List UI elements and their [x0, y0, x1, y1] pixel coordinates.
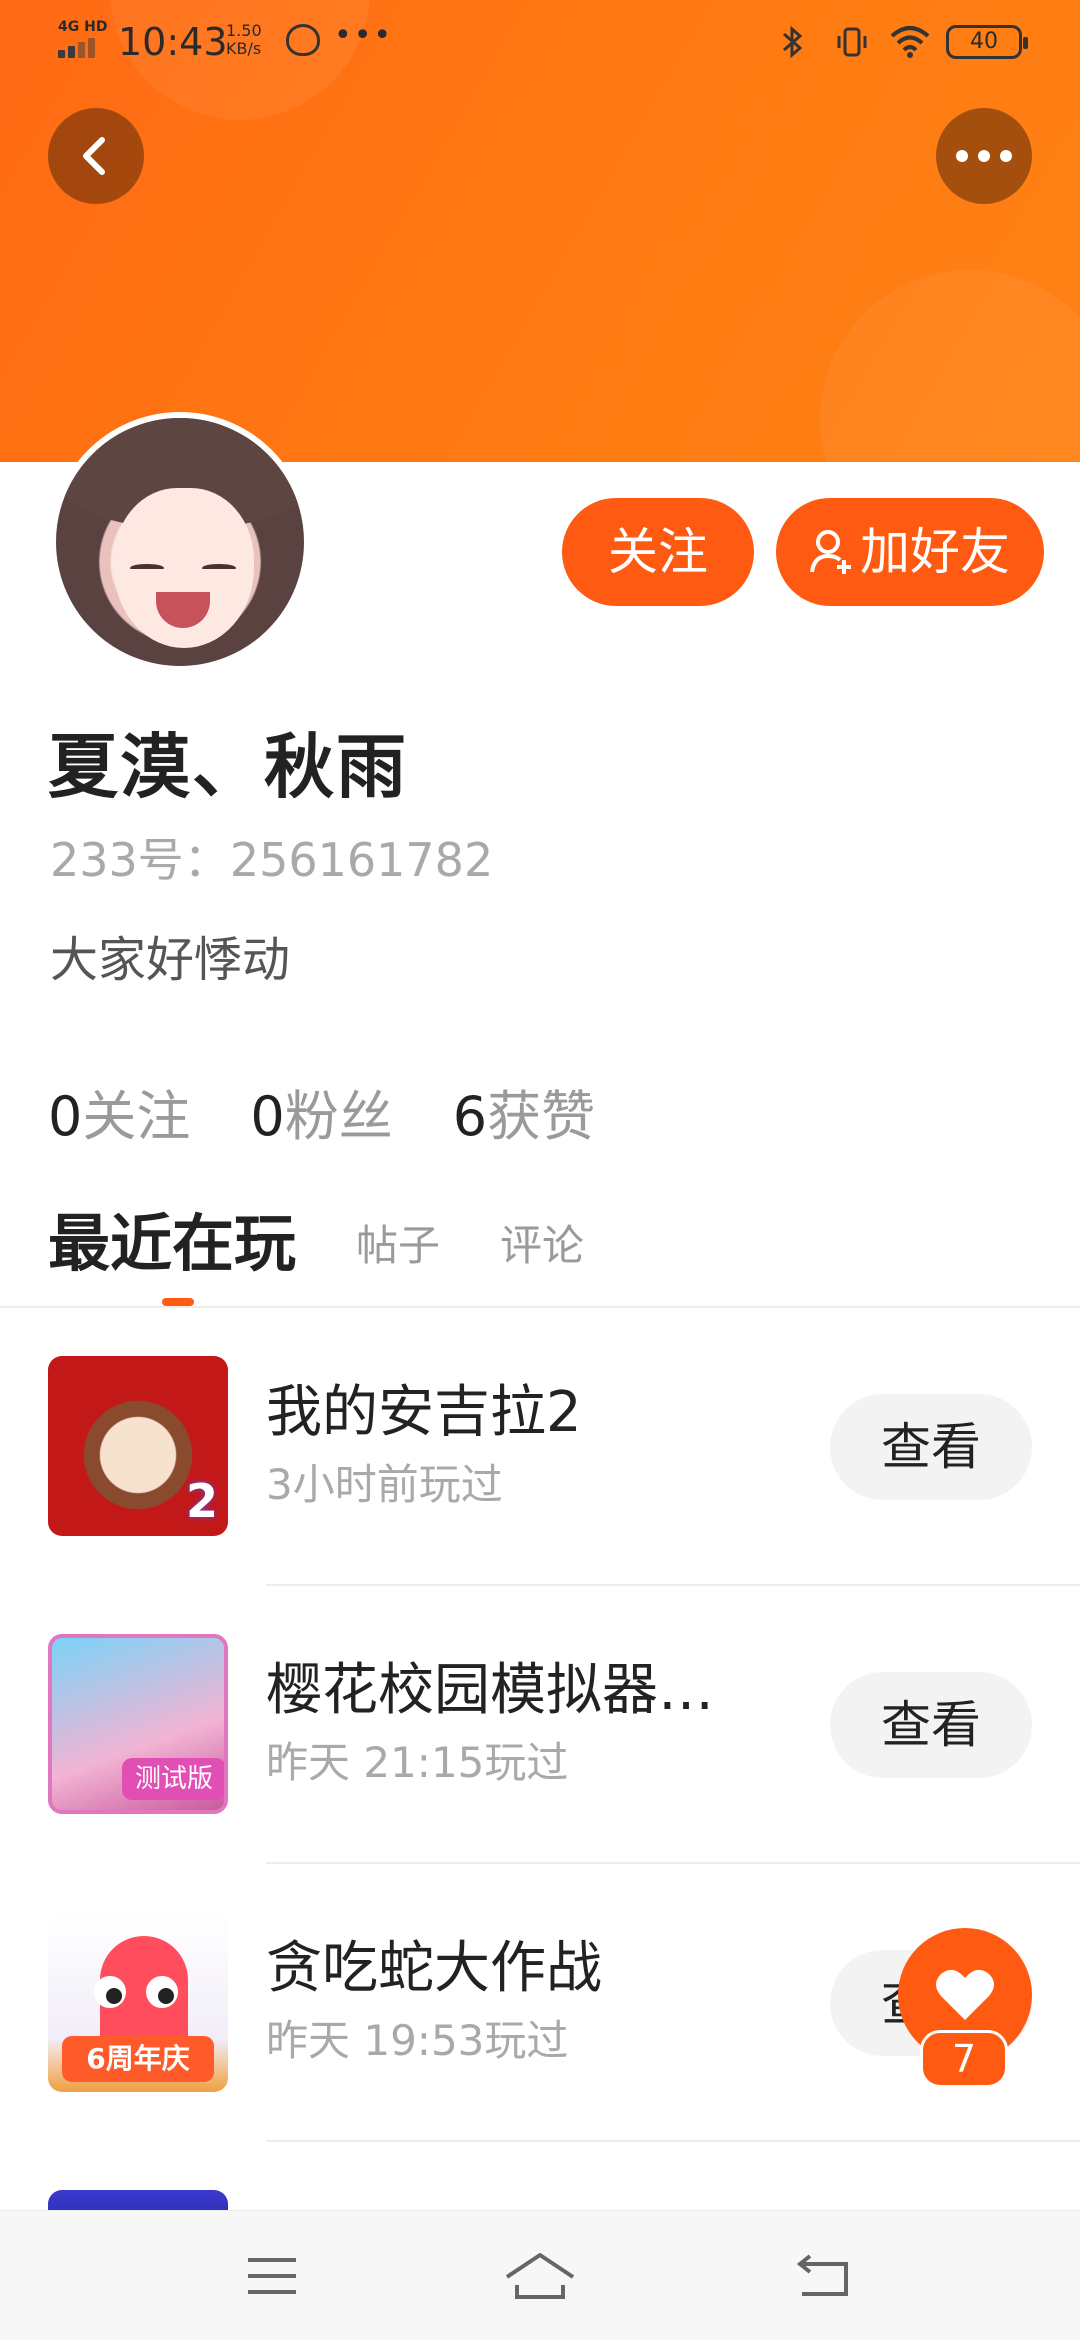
speed-value: 1.50	[226, 21, 262, 40]
game-played-time: 昨天 21:15玩过	[266, 1738, 569, 1787]
back-icon	[83, 137, 105, 175]
add-friend-label: 加好友	[860, 523, 1010, 581]
vibrate-icon	[834, 24, 867, 60]
game-title: 贪吃蛇大作战	[266, 1936, 602, 2001]
home-icon	[505, 2253, 575, 2299]
stat-following[interactable]: 0关注	[48, 1084, 190, 1150]
game-icon: 2	[48, 1356, 228, 1536]
snake-eye	[94, 1976, 126, 2008]
heart-icon	[936, 1969, 994, 2020]
tab-posts[interactable]: 帖子	[356, 1214, 440, 1284]
network-speed: 1.50 KB/s	[226, 22, 262, 58]
view-button[interactable]: 查看	[830, 1394, 1032, 1500]
wifi-icon	[890, 24, 930, 60]
speed-unit: KB/s	[226, 39, 262, 58]
profile-stats: 0关注 0粉丝 6获赞	[48, 1084, 595, 1150]
more-notifications: •••	[334, 18, 394, 53]
stat-value: 0	[250, 1085, 285, 1148]
profile-tabs: 最近在玩 帖子 评论	[48, 1204, 584, 1284]
stat-value: 6	[452, 1085, 488, 1148]
like-count-badge: 7	[920, 2030, 1008, 2088]
avatar-eye	[130, 564, 164, 572]
profile-id-label: 233号：	[50, 833, 230, 887]
divider	[266, 2140, 1080, 2142]
system-nav-bar	[0, 2210, 1080, 2340]
stat-label: 获赞	[487, 1085, 596, 1148]
game-played-time: 昨天 19:53玩过	[266, 2016, 569, 2065]
profile-name: 夏漠、秋雨	[48, 726, 408, 808]
snake-eye	[146, 1976, 178, 2008]
banner-decoration	[820, 270, 1080, 462]
clock: 10:43	[118, 20, 228, 64]
return-icon	[796, 2254, 848, 2296]
game-icon-badge: 6周年庆	[62, 2036, 214, 2082]
view-button[interactable]: 查看	[830, 1672, 1032, 1778]
app-notification-icon	[286, 24, 320, 56]
avatar[interactable]	[50, 412, 310, 672]
bluetooth-icon	[778, 24, 808, 60]
profile-id-value: 256161782	[229, 833, 494, 887]
follow-button[interactable]: 关注	[562, 498, 754, 606]
avatar-face	[114, 488, 254, 648]
stat-value: 0	[48, 1085, 83, 1148]
profile-id: 233号：256161782	[50, 830, 493, 890]
avatar-eye	[202, 564, 236, 572]
tab-recently-played[interactable]: 最近在玩	[48, 1204, 296, 1284]
battery-indicator: 40	[946, 25, 1028, 59]
game-icon: 测试版	[48, 1634, 228, 1814]
stat-fans[interactable]: 0粉丝	[250, 1084, 392, 1150]
back-button[interactable]	[48, 108, 144, 204]
more-icon	[956, 150, 1012, 162]
game-icon-badge: 测试版	[122, 1758, 224, 1800]
more-button[interactable]	[936, 108, 1032, 204]
tab-comments[interactable]: 评论	[500, 1214, 584, 1284]
game-title: 樱花校园模拟器…	[266, 1658, 714, 1723]
game-title: 我的安吉拉2	[266, 1380, 582, 1445]
return-button[interactable]	[784, 2241, 864, 2311]
user-add-icon	[810, 530, 851, 574]
menu-button[interactable]	[232, 2241, 312, 2311]
game-icon-badge: 2	[185, 1474, 218, 1528]
stat-label: 粉丝	[284, 1085, 393, 1148]
avatar-mouth	[156, 592, 210, 628]
signal-icon	[58, 36, 104, 58]
game-icon: 6周年庆	[48, 1912, 228, 2092]
stat-label: 关注	[82, 1085, 191, 1148]
list-item[interactable]: 2 我的安吉拉2 3小时前玩过 查看	[0, 1308, 1080, 1586]
profile-bio: 大家好悸动	[50, 932, 291, 988]
network-type: 4G HD	[58, 19, 108, 35]
status-bar: 4G HD 10:43 1.50 KB/s ••• 40	[0, 0, 1080, 84]
game-played-time: 3小时前玩过	[266, 1460, 503, 1509]
home-button[interactable]	[500, 2241, 580, 2311]
tab-indicator	[162, 1298, 194, 1306]
menu-icon	[248, 2258, 296, 2294]
stat-likes[interactable]: 6获赞	[453, 1084, 595, 1150]
list-item[interactable]: 测试版 樱花校园模拟器… 昨天 21:15玩过 查看	[0, 1586, 1080, 1864]
add-friend-button[interactable]: 加好友	[776, 498, 1044, 606]
